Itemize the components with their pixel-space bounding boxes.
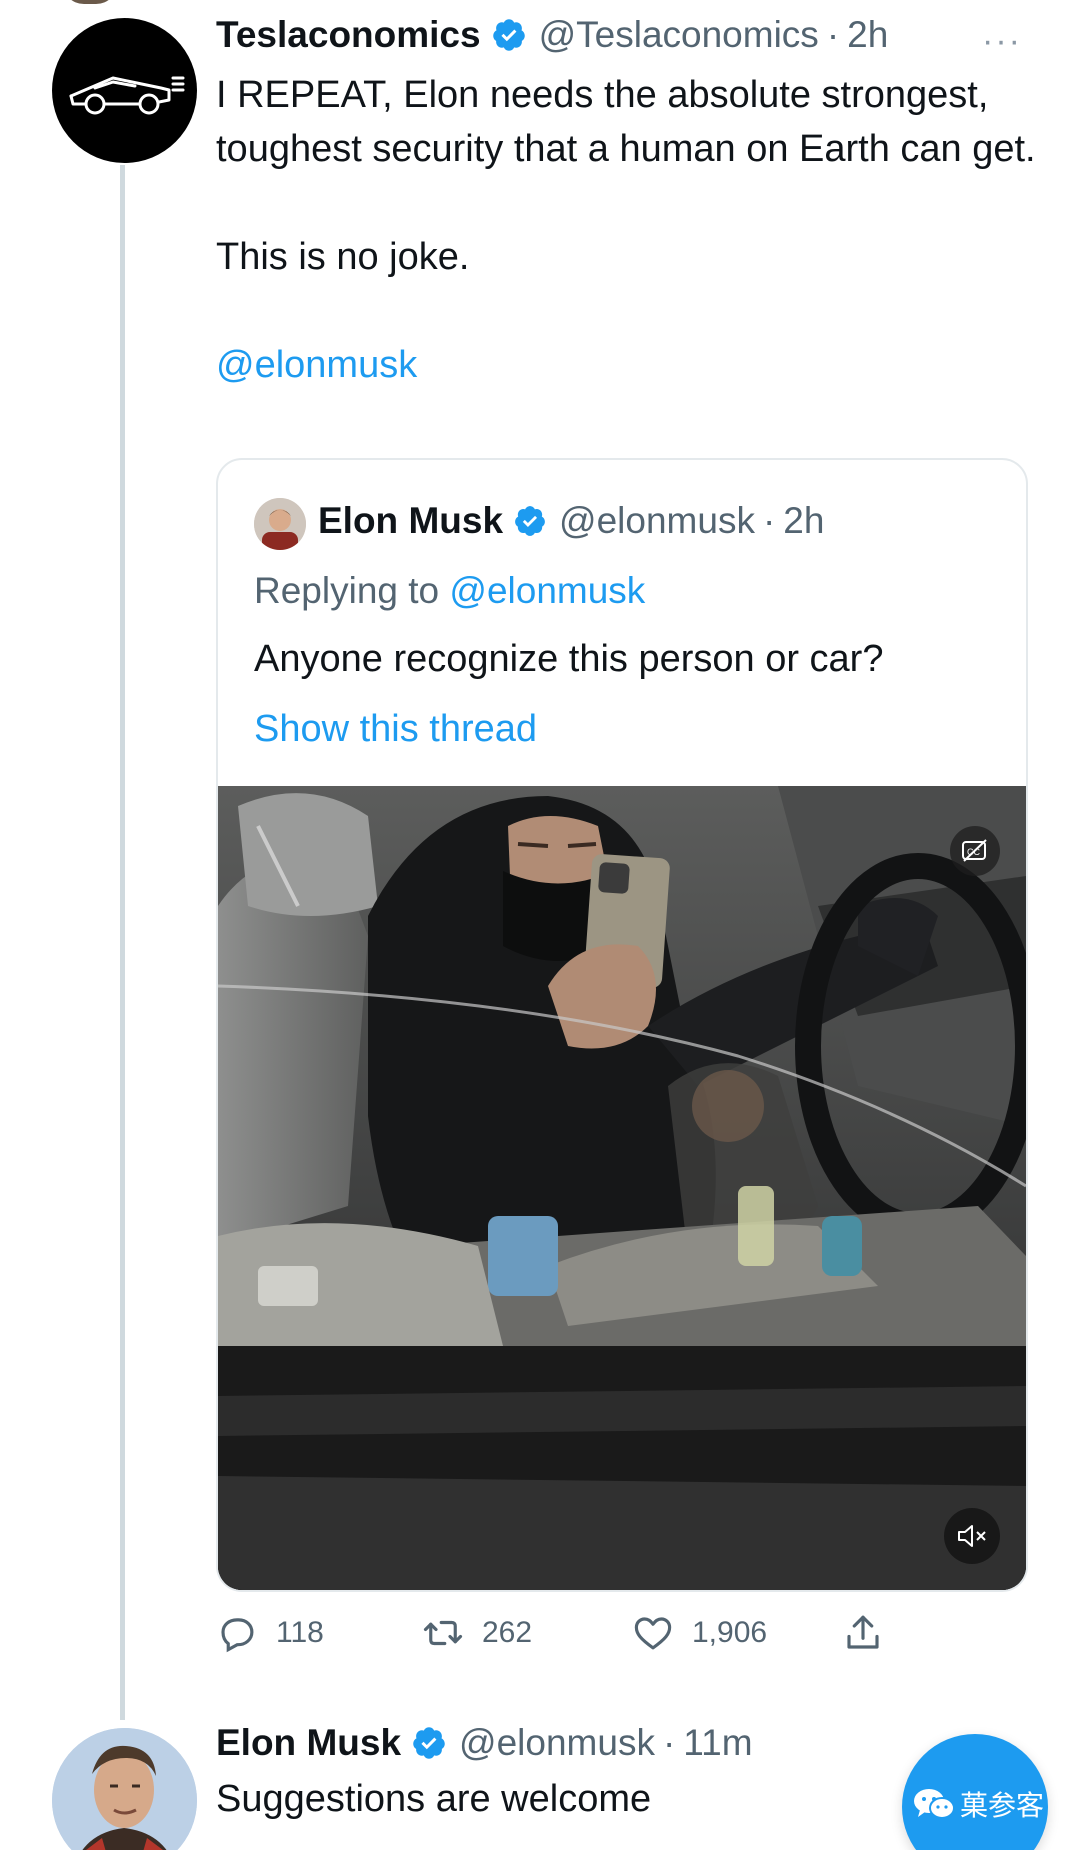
more-options-icon[interactable]: ··· (982, 22, 1022, 61)
elon-avatar-image (52, 1728, 197, 1850)
tweet-text: Suggestions are welcome (216, 1778, 652, 1820)
quoted-tweet-header: Elon Musk @elonmusk · 2h (318, 500, 824, 542)
separator-dot: · (826, 14, 840, 55)
retweet-icon (423, 1620, 463, 1646)
tweet-header: Teslaconomics @Teslaconomics · 2h (216, 14, 888, 56)
mention-link[interactable]: @elonmusk (216, 344, 417, 386)
quoted-tweet-card[interactable]: Elon Musk @elonmusk · 2h Replying to @el… (216, 458, 1028, 1592)
like-count: 1,906 (692, 1616, 768, 1649)
captions-off-icon: CC (962, 839, 987, 862)
cybertruck-logo-icon (69, 76, 184, 114)
replying-to-line: Replying to @elonmusk (254, 570, 645, 612)
tweet-actions-bar: 118 262 1,906 (216, 1612, 896, 1662)
verified-badge-icon (413, 1727, 445, 1759)
thread-connector-line (120, 165, 125, 1720)
verified-badge-icon (515, 506, 545, 536)
share-button[interactable] (842, 1612, 902, 1654)
reply-count: 118 (276, 1616, 324, 1649)
wechat-watermark: 菓参客 (912, 1784, 1044, 1824)
verified-badge-icon (492, 19, 525, 51)
tweet-text-paragraph: This is no joke. (216, 236, 470, 278)
author-name[interactable]: Teslaconomics (216, 14, 481, 56)
elon-musk-avatar[interactable] (52, 1728, 197, 1850)
tweet-header: Elon Musk @elonmusk · 11m (216, 1722, 753, 1764)
previous-avatar-edge (62, 0, 118, 4)
video-frame-image (218, 786, 1026, 1590)
share-icon (847, 1615, 879, 1649)
replying-to-label: Replying to (254, 570, 450, 611)
separator-dot: · (662, 1722, 676, 1763)
tweet-body: I REPEAT, Elon needs the absolute strong… (216, 68, 1036, 392)
quoted-author-avatar[interactable] (254, 498, 306, 550)
replying-to-mention[interactable]: @elonmusk (449, 570, 645, 611)
quoted-tweet-text: Anyone recognize this person or car? (254, 638, 884, 680)
volume-muted-icon (958, 1525, 986, 1547)
tweet-text-paragraph: I REPEAT, Elon needs the absolute strong… (216, 74, 1036, 170)
heart-icon (634, 1617, 672, 1650)
separator-dot: · (762, 500, 776, 541)
reply-button[interactable]: 118 (216, 1612, 324, 1654)
quoted-author-name[interactable]: Elon Musk (318, 500, 503, 542)
quoted-author-handle[interactable]: @elonmusk (559, 500, 755, 542)
teslaconomics-avatar[interactable] (52, 18, 197, 163)
video-player[interactable]: CC (218, 786, 1026, 1590)
tweet-timestamp[interactable]: 2h (847, 14, 888, 56)
like-button[interactable]: 1,906 (632, 1612, 767, 1654)
author-name[interactable]: Elon Musk (216, 1722, 401, 1764)
retweet-count: 262 (482, 1616, 533, 1649)
elon-avatar-image (254, 498, 306, 550)
captions-toggle[interactable]: CC (950, 826, 1000, 876)
reply-icon (221, 1618, 254, 1653)
quoted-timestamp[interactable]: 2h (783, 500, 824, 542)
author-handle[interactable]: @Teslaconomics (539, 14, 819, 56)
tweet-timestamp[interactable]: 11m (683, 1722, 752, 1764)
wechat-icon (914, 1789, 955, 1819)
mute-toggle[interactable] (944, 1508, 1000, 1564)
show-thread-link[interactable]: Show this thread (254, 708, 537, 751)
retweet-button[interactable]: 262 (422, 1612, 532, 1654)
watermark-label: 菓参客 (960, 1790, 1045, 1821)
author-handle[interactable]: @elonmusk (459, 1722, 655, 1764)
